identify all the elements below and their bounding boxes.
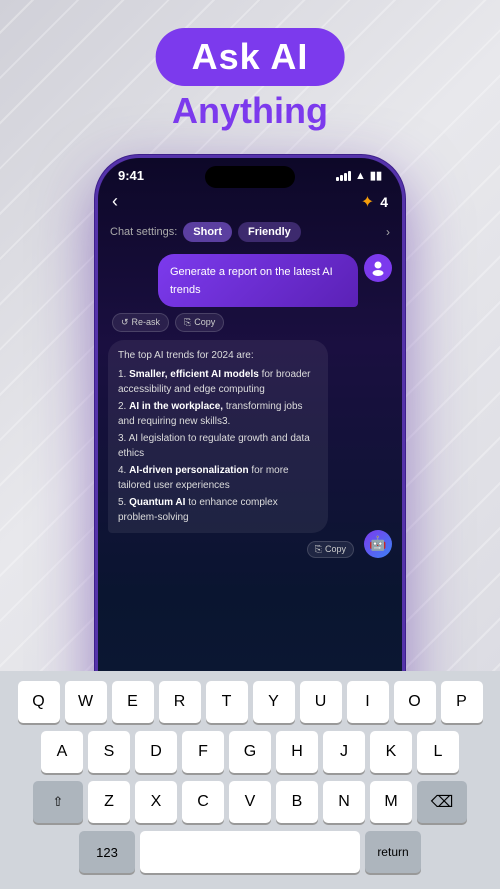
user-avatar xyxy=(364,254,392,282)
key-g[interactable]: G xyxy=(229,731,271,773)
key-k[interactable]: K xyxy=(370,731,412,773)
ai-item-3: 3. AI legislation to regulate growth and… xyxy=(118,431,318,461)
sparkle-icon: ✦ xyxy=(361,192,374,212)
ai-avatar: 🤖 xyxy=(364,530,392,558)
key-u[interactable]: U xyxy=(300,681,342,723)
key-backspace[interactable]: ⌫ xyxy=(417,781,467,823)
key-p[interactable]: P xyxy=(441,681,483,723)
ai-copy-area: ⎘ Copy xyxy=(108,537,358,558)
key-z[interactable]: Z xyxy=(88,781,130,823)
user-message: Generate a report on the latest AI trend… xyxy=(108,254,392,307)
keyboard-row-4: 123 return xyxy=(4,831,496,873)
keyboard-row-1: Q W E R T Y U I O P xyxy=(4,681,496,723)
nav-count: 4 xyxy=(380,194,388,210)
key-a[interactable]: A xyxy=(41,731,83,773)
copy-icon-bottom: ⎘ xyxy=(315,544,322,555)
key-v[interactable]: V xyxy=(229,781,271,823)
header: Ask AI Anything xyxy=(156,28,345,132)
battery-icon: ▮▮ xyxy=(370,169,382,182)
key-o[interactable]: O xyxy=(394,681,436,723)
nav-bar: ‹ ✦ 4 xyxy=(98,187,402,218)
key-t[interactable]: T xyxy=(206,681,248,723)
ai-item-5: 5. Quantum AI to enhance complex problem… xyxy=(118,495,318,525)
user-bubble: Generate a report on the latest AI trend… xyxy=(158,254,358,307)
title-line2: Anything xyxy=(156,90,345,132)
copy-button-bottom[interactable]: ⎘ Copy xyxy=(307,541,354,558)
ask-ai-badge: Ask AI xyxy=(156,28,345,86)
keyboard-row-2: A S D F G H J K L xyxy=(4,731,496,773)
key-shift[interactable]: ⇧ xyxy=(33,781,83,823)
settings-short-button[interactable]: Short xyxy=(183,222,232,242)
key-numbers[interactable]: 123 xyxy=(79,831,135,873)
ai-item-2: 2. AI in the workplace, transforming job… xyxy=(118,399,318,429)
copy-icon-top: ⎘ xyxy=(184,317,191,328)
reask-label: Re-ask xyxy=(132,317,161,327)
nav-right: ✦ 4 xyxy=(361,192,388,212)
action-buttons: ↺ Re-ask ⎘ Copy xyxy=(108,313,392,332)
key-e[interactable]: E xyxy=(112,681,154,723)
key-m[interactable]: M xyxy=(370,781,412,823)
key-q[interactable]: Q xyxy=(18,681,60,723)
chat-settings-bar: Chat settings: Short Friendly › xyxy=(98,218,402,250)
reask-icon: ↺ xyxy=(121,317,129,328)
copy-label-top: Copy xyxy=(194,317,215,327)
key-h[interactable]: H xyxy=(276,731,318,773)
dynamic-island xyxy=(205,166,295,188)
ai-item-1: 1. Smaller, efficient AI models for broa… xyxy=(118,367,318,397)
back-button[interactable]: ‹ xyxy=(112,191,118,212)
ai-message-content: The top AI trends for 2024 are: 1. Small… xyxy=(108,340,358,558)
settings-label: Chat settings: xyxy=(110,226,177,238)
user-message-text: Generate a report on the latest AI trend… xyxy=(170,266,333,296)
key-x[interactable]: X xyxy=(135,781,177,823)
ai-intro: The top AI trends for 2024 are: xyxy=(118,348,318,363)
key-f[interactable]: F xyxy=(182,731,224,773)
ai-message: The top AI trends for 2024 are: 1. Small… xyxy=(108,340,392,558)
key-j[interactable]: J xyxy=(323,731,365,773)
key-space[interactable] xyxy=(140,831,360,873)
status-time: 9:41 xyxy=(118,168,144,183)
copy-button-top[interactable]: ⎘ Copy xyxy=(175,313,224,332)
ai-item-4: 4. AI-driven personalization for more ta… xyxy=(118,463,318,493)
key-w[interactable]: W xyxy=(65,681,107,723)
key-c[interactable]: C xyxy=(182,781,224,823)
key-b[interactable]: B xyxy=(276,781,318,823)
settings-arrow-icon[interactable]: › xyxy=(386,225,390,239)
key-y[interactable]: Y xyxy=(253,681,295,723)
key-l[interactable]: L xyxy=(417,731,459,773)
keyboard: Q W E R T Y U I O P A S D F G H J K L ⇧ … xyxy=(0,671,500,889)
key-s[interactable]: S xyxy=(88,731,130,773)
ai-bubble: The top AI trends for 2024 are: 1. Small… xyxy=(108,340,328,533)
key-r[interactable]: R xyxy=(159,681,201,723)
key-return[interactable]: return xyxy=(365,831,421,873)
title-line1: Ask AI xyxy=(192,36,309,77)
key-d[interactable]: D xyxy=(135,731,177,773)
wifi-icon: ▲ xyxy=(355,170,366,182)
settings-friendly-button[interactable]: Friendly xyxy=(238,222,301,242)
chat-area: Generate a report on the latest AI trend… xyxy=(98,250,402,728)
keyboard-row-3: ⇧ Z X C V B N M ⌫ xyxy=(4,781,496,823)
status-icons: ▲ ▮▮ xyxy=(336,169,382,182)
signal-icon xyxy=(336,171,351,181)
key-i[interactable]: I xyxy=(347,681,389,723)
key-n[interactable]: N xyxy=(323,781,365,823)
reask-button[interactable]: ↺ Re-ask xyxy=(112,313,169,332)
copy-label-bottom: Copy xyxy=(325,544,346,554)
